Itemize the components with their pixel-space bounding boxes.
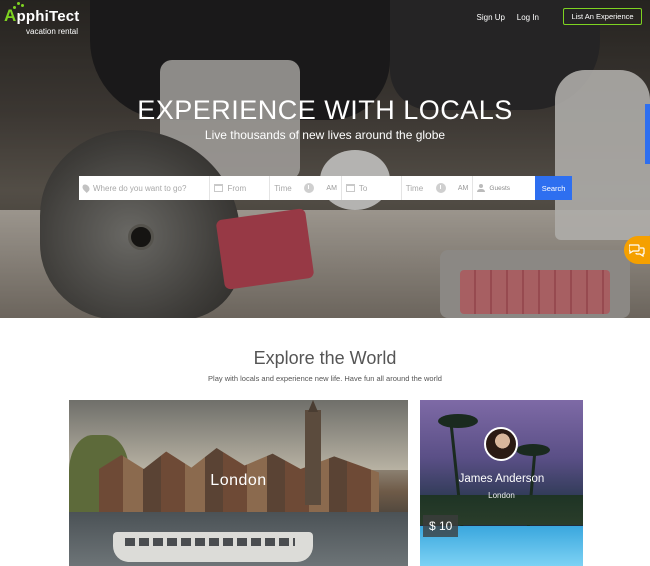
hero-subtitle: Live thousands of new lives around the g… bbox=[204, 128, 446, 142]
from-date-placeholder: From bbox=[227, 183, 247, 193]
destination-placeholder: Where do you want to go? bbox=[93, 183, 187, 193]
calendar-icon bbox=[214, 184, 224, 192]
from-ampm-select[interactable]: AM bbox=[326, 185, 337, 192]
host-photo-palm-leaves bbox=[438, 414, 478, 428]
search-button[interactable]: Search bbox=[535, 176, 572, 200]
city-card-london[interactable]: London bbox=[69, 400, 408, 566]
search-bar: Where do you want to go? From Time AM To… bbox=[79, 176, 572, 200]
to-ampm-select[interactable]: AM bbox=[458, 185, 469, 192]
to-date-field[interactable]: To bbox=[342, 176, 402, 200]
city-photo-tower bbox=[305, 410, 321, 505]
guests-field[interactable]: Guests bbox=[473, 176, 535, 200]
signup-link[interactable]: Sign Up bbox=[477, 13, 505, 22]
to-time-placeholder: Time bbox=[405, 183, 424, 193]
host-name: James Anderson bbox=[458, 473, 545, 485]
hero-overlay bbox=[0, 0, 650, 318]
avatar[interactable] bbox=[484, 427, 518, 461]
to-date-placeholder: To bbox=[358, 183, 368, 193]
chat-bubbles-icon bbox=[629, 244, 645, 257]
brand-tagline: vacation rental bbox=[26, 27, 79, 36]
hero-title: EXPERIENCE WITH LOCALS bbox=[137, 95, 513, 125]
city-photo-boat bbox=[113, 532, 313, 562]
side-feedback-tab[interactable] bbox=[645, 104, 650, 164]
logo[interactable]: ApphiTect vacation rental bbox=[4, 2, 80, 36]
to-time-field[interactable]: Time AM bbox=[402, 176, 474, 200]
logo-dots-icon bbox=[13, 2, 25, 10]
city-name: London bbox=[210, 472, 267, 489]
location-pin-icon bbox=[81, 183, 91, 193]
calendar-icon bbox=[345, 184, 355, 192]
clock-icon bbox=[435, 183, 446, 193]
brand-name-rest: pphiTect bbox=[16, 8, 80, 25]
person-icon bbox=[477, 184, 486, 192]
destination-field[interactable]: Where do you want to go? bbox=[79, 176, 211, 200]
explore-subtitle: Play with locals and experience new life… bbox=[208, 374, 442, 383]
from-date-field[interactable]: From bbox=[210, 176, 271, 200]
hero-banner: ApphiTect vacation rental Sign Up Log In… bbox=[0, 0, 650, 318]
price-badge: $ 10 bbox=[423, 515, 459, 537]
from-time-field[interactable]: Time AM bbox=[270, 176, 342, 200]
login-link[interactable]: Log In bbox=[517, 13, 539, 22]
list-experience-button[interactable]: List An Experience bbox=[563, 8, 642, 25]
chat-button[interactable] bbox=[624, 236, 650, 264]
guests-placeholder: Guests bbox=[489, 184, 510, 192]
explore-title: Explore the World bbox=[253, 348, 397, 368]
top-nav: Sign Up Log In List An Experience bbox=[442, 8, 642, 26]
host-city: London bbox=[488, 491, 515, 500]
from-time-placeholder: Time bbox=[274, 183, 292, 193]
clock-icon bbox=[304, 183, 315, 193]
host-card[interactable]: James Anderson London $ 10 bbox=[420, 400, 583, 566]
host-photo-palm-leaves-2 bbox=[516, 444, 550, 456]
